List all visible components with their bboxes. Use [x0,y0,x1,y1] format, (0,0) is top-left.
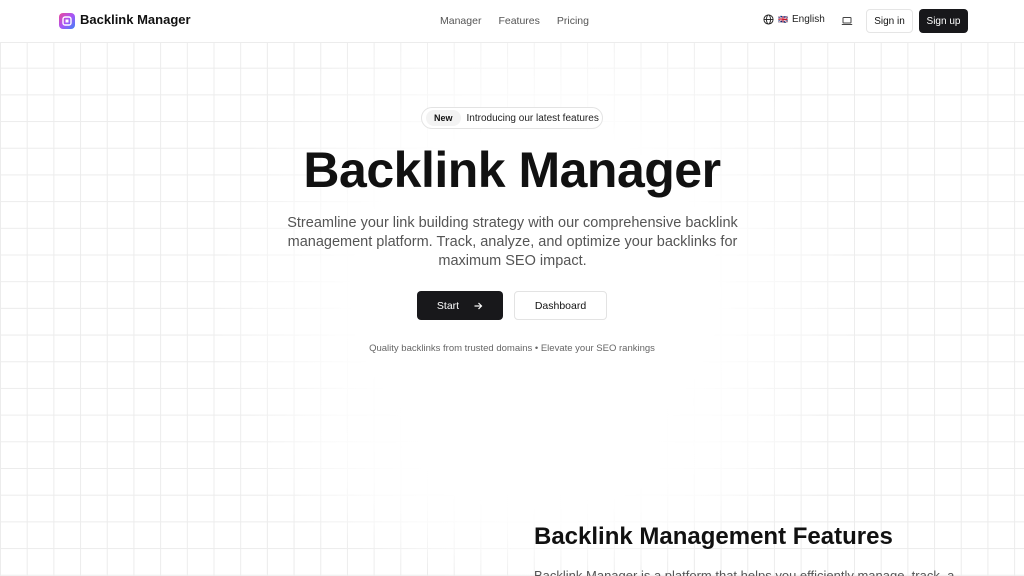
hero-tagline: Quality backlinks from trusted domains •… [369,343,655,354]
nav-link-features[interactable]: Features [498,15,539,27]
top-navbar: Backlink Manager Manager Features Pricin… [0,0,1024,43]
theme-toggle-icon[interactable] [841,15,853,27]
nav-link-pricing[interactable]: Pricing [557,15,589,27]
main-nav: Manager Features Pricing [440,15,589,27]
nav-link-manager[interactable]: Manager [440,15,481,27]
features-title: Backlink Management Features [534,523,893,550]
badge-new-pill: New [426,110,461,126]
badge-text: Introducing our latest features [466,112,599,124]
language-flag: 🇬🇧 [778,15,788,24]
globe-icon [763,14,774,25]
logo-icon[interactable] [59,13,75,29]
language-selector[interactable]: 🇬🇧 English [763,14,825,25]
signup-button[interactable]: Sign up [919,9,968,33]
features-description: Backlink Manager is a platform that help… [534,568,954,576]
signin-button[interactable]: Sign in [866,9,913,33]
start-button[interactable]: Start [417,291,503,320]
dashboard-button[interactable]: Dashboard [514,291,607,320]
hero-title: Backlink Manager [303,142,721,198]
brand-name[interactable]: Backlink Manager [80,12,191,27]
arrow-right-icon [474,302,483,309]
announcement-badge[interactable]: New Introducing our latest features [421,107,603,129]
start-button-label: Start [436,299,460,312]
hero-description: Streamline your link building strategy w… [287,215,738,269]
language-label: English [791,14,825,25]
